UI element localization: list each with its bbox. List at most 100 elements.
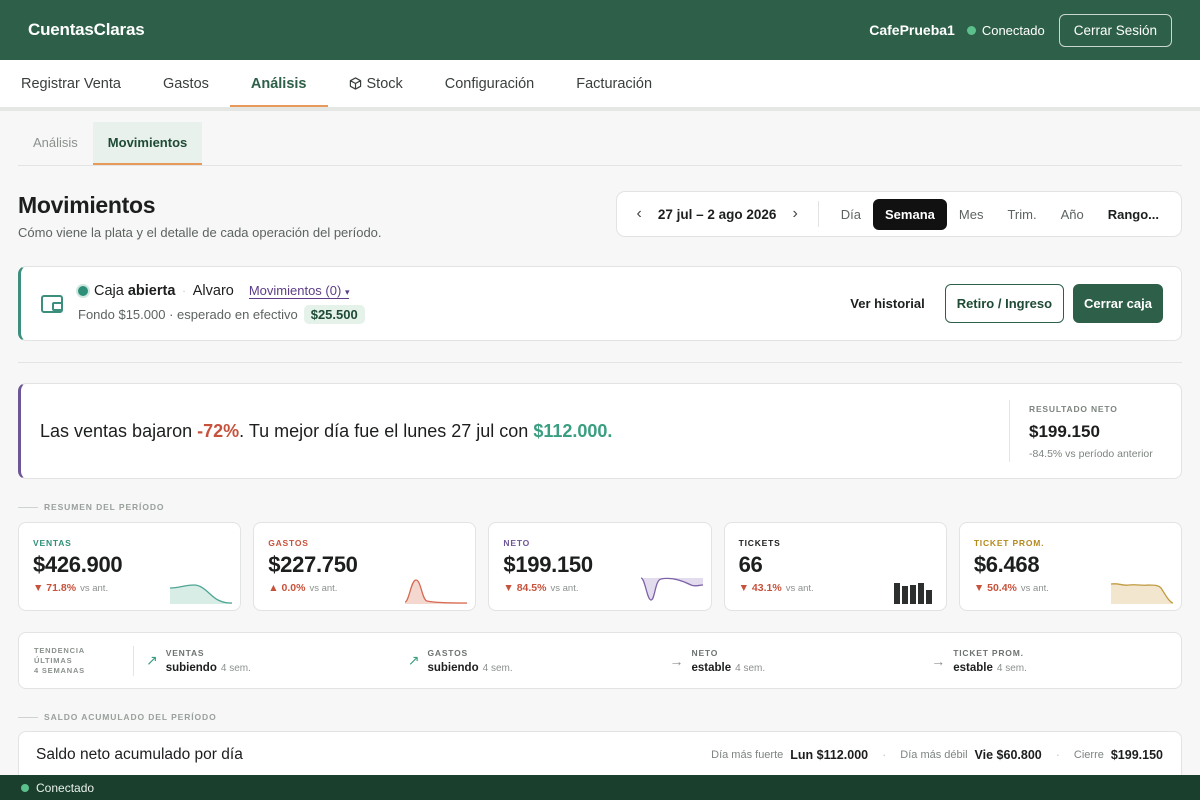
connection-label: Conectado: [981, 22, 1045, 38]
kpi-delta-value: ▼ 50.4%: [973, 582, 1017, 594]
cash-register-actions: Ver historial Retiro / Ingreso Cerrar ca…: [850, 284, 1163, 323]
trend-period: 4 sem.: [996, 662, 1027, 674]
ticket-prom-sparkline: [1111, 583, 1174, 604]
neto-sparkline: [640, 577, 703, 601]
kpi-vs: vs ant.: [80, 583, 109, 594]
trend-flat-icon: →: [669, 652, 684, 669]
tab-gastos[interactable]: Gastos: [142, 60, 230, 107]
trend-head-line: TENDENCIA: [34, 645, 85, 655]
header-right: CafePrueba1 Conectado Cerrar Sesión: [869, 13, 1172, 47]
kpi-tickets[interactable]: TICKETS 66 ▼ 43.1% vs ant.: [723, 522, 947, 611]
period-ano-button[interactable]: Año: [1049, 199, 1096, 230]
balance-stats: Día más fuerte Lun $112.000 · Día más dé…: [711, 748, 1163, 762]
strongest-day-label: Día más fuerte: [711, 749, 784, 761]
insight-amount: $112.000.: [533, 420, 613, 441]
trend-head: TENDENCIA ÚLTIMAS 4 SEMANAS: [34, 645, 134, 676]
period-mes-button[interactable]: Mes: [947, 199, 996, 230]
title-block: Movimientos Cómo viene la plata y el det…: [18, 192, 382, 240]
status-dot-icon: [966, 25, 976, 35]
view-history-button[interactable]: Ver historial: [850, 296, 924, 311]
period-divider: [817, 201, 819, 227]
status-dot-icon: [21, 783, 29, 792]
period-trim-button[interactable]: Trim.: [995, 199, 1048, 230]
cash-register-label: Caja: [94, 283, 124, 299]
next-period-button[interactable]: ›: [788, 205, 801, 223]
tab-facturacion[interactable]: Facturación: [555, 60, 673, 107]
kpi-vs: vs ant.: [785, 583, 814, 594]
main-nav: Registrar Venta Gastos Análisis Stock Co…: [0, 60, 1200, 111]
connection-status: Conectado: [966, 22, 1045, 38]
gastos-sparkline: [405, 579, 468, 604]
net-result-label: RESULTADO NETO: [1029, 404, 1118, 414]
kpi-delta-value: ▼ 43.1%: [738, 582, 782, 594]
logout-button[interactable]: Cerrar Sesión: [1058, 13, 1172, 47]
tab-stock[interactable]: Stock: [328, 60, 424, 107]
trend-label: TICKET PROM.: [953, 647, 1024, 658]
trend-gastos: ↗ GASTOS subiendo 4 sem.: [396, 648, 658, 674]
tab-configuracion[interactable]: Configuración: [424, 60, 555, 107]
stat-separator: ·: [882, 748, 887, 762]
brand-logo[interactable]: CuentasClaras: [28, 20, 145, 40]
trend-label: NETO: [691, 647, 719, 658]
period-selector: ‹ 27 jul – 2 ago 2026 › Día Semana Mes T…: [615, 191, 1182, 237]
weakest-day-label: Día más débil: [900, 749, 968, 761]
kpi-neto[interactable]: NETO $199.150 ▼ 84.5% vs ant.: [488, 522, 712, 611]
period-rango-button[interactable]: Rango...: [1096, 199, 1171, 230]
kpi-ticket-prom[interactable]: TICKET PROM. $6.468 ▼ 50.4% vs ant.: [958, 522, 1183, 611]
stat-separator: ·: [1055, 748, 1060, 762]
fund-text: Fondo $15.000 · esperado en efectivo: [78, 307, 298, 322]
subtab-movimientos[interactable]: Movimientos: [92, 122, 203, 165]
kpi-row: VENTAS $426.900 ▼ 71.8% vs ant. GASTOS $2…: [18, 522, 1183, 611]
kpi-vs: vs ant.: [309, 583, 338, 594]
trend-period: 4 sem.: [735, 662, 766, 674]
trend-ventas: ↗ VENTAS subiendo 4 sem.: [134, 648, 396, 674]
kpi-ventas[interactable]: VENTAS $426.900 ▼ 71.8% vs ant.: [18, 522, 242, 611]
trend-neto: → NETO estable 4 sem.: [658, 648, 920, 674]
close-register-button[interactable]: Cerrar caja: [1073, 284, 1163, 323]
kpi-label: GASTOS: [268, 538, 309, 548]
trend-value: estable: [691, 661, 732, 674]
kpi-gastos[interactable]: GASTOS $227.750 ▲ 0.0% vs ant.: [253, 522, 477, 611]
balance-title: Saldo neto acumulado por día: [36, 746, 243, 763]
kpi-value: $426.900: [33, 552, 123, 577]
kpi-label: VENTAS: [33, 538, 72, 548]
kpi-delta-value: ▼ 71.8%: [33, 582, 77, 594]
period-semana-button[interactable]: Semana: [873, 198, 947, 230]
trend-flat-icon: →: [931, 652, 946, 669]
separator-dot: ·: [182, 285, 186, 297]
kpi-vs: vs ant.: [550, 583, 579, 594]
kpi-vs: vs ant.: [1020, 583, 1049, 594]
net-result-value: $199.150: [1029, 422, 1100, 441]
period-dia-button[interactable]: Día: [829, 199, 873, 230]
trend-period: 4 sem.: [482, 662, 513, 674]
trend-ticket-prom: → TICKET PROM. estable 4 sem.: [919, 648, 1181, 674]
movements-dropdown[interactable]: Movimientos (0) ▾: [248, 283, 350, 299]
kpi-value: $227.750: [268, 552, 358, 577]
weakest-day-value: Vie $60.800: [974, 748, 1042, 762]
status-bar: Conectado: [0, 775, 1200, 800]
cash-register-state: abierta: [127, 283, 176, 299]
trend-period: 4 sem.: [220, 662, 251, 674]
tab-analisis[interactable]: Análisis: [229, 60, 328, 107]
subtab-analisis[interactable]: Análisis: [18, 122, 93, 165]
tab-registrar-venta[interactable]: Registrar Venta: [0, 60, 142, 107]
trend-value: subiendo: [165, 661, 217, 674]
insight-pct: -72%: [197, 420, 240, 441]
expected-cash-badge: $25.500: [303, 305, 365, 324]
saldo-section-label: SALDO ACUMULADO DEL PERÍODO: [18, 712, 1182, 722]
trend-card: TENDENCIA ÚLTIMAS 4 SEMANAS ↗ VENTAS subi…: [18, 632, 1182, 689]
close-value: $199.150: [1110, 748, 1163, 762]
kpi-delta-value: ▲ 0.0%: [268, 582, 306, 594]
sub-nav: Análisis Movimientos: [18, 122, 1182, 166]
trend-label: VENTAS: [165, 647, 205, 658]
net-result-sub: -84.5% vs período anterior: [1029, 448, 1153, 460]
withdraw-deposit-button[interactable]: Retiro / Ingreso: [944, 284, 1065, 323]
page-subtitle: Cómo viene la plata y el detalle de cada…: [18, 225, 382, 240]
ventas-sparkline: [170, 584, 233, 604]
trend-value: estable: [953, 661, 993, 674]
status-bar-text: Conectado: [36, 780, 95, 795]
net-result-box: RESULTADO NETO $199.150 -84.5% vs períod…: [1009, 400, 1181, 462]
kpi-label: NETO: [503, 538, 531, 548]
insight-message: Las ventas bajaron -72%. Tu mejor día fu…: [40, 421, 612, 442]
prev-period-button[interactable]: ‹: [633, 205, 646, 223]
